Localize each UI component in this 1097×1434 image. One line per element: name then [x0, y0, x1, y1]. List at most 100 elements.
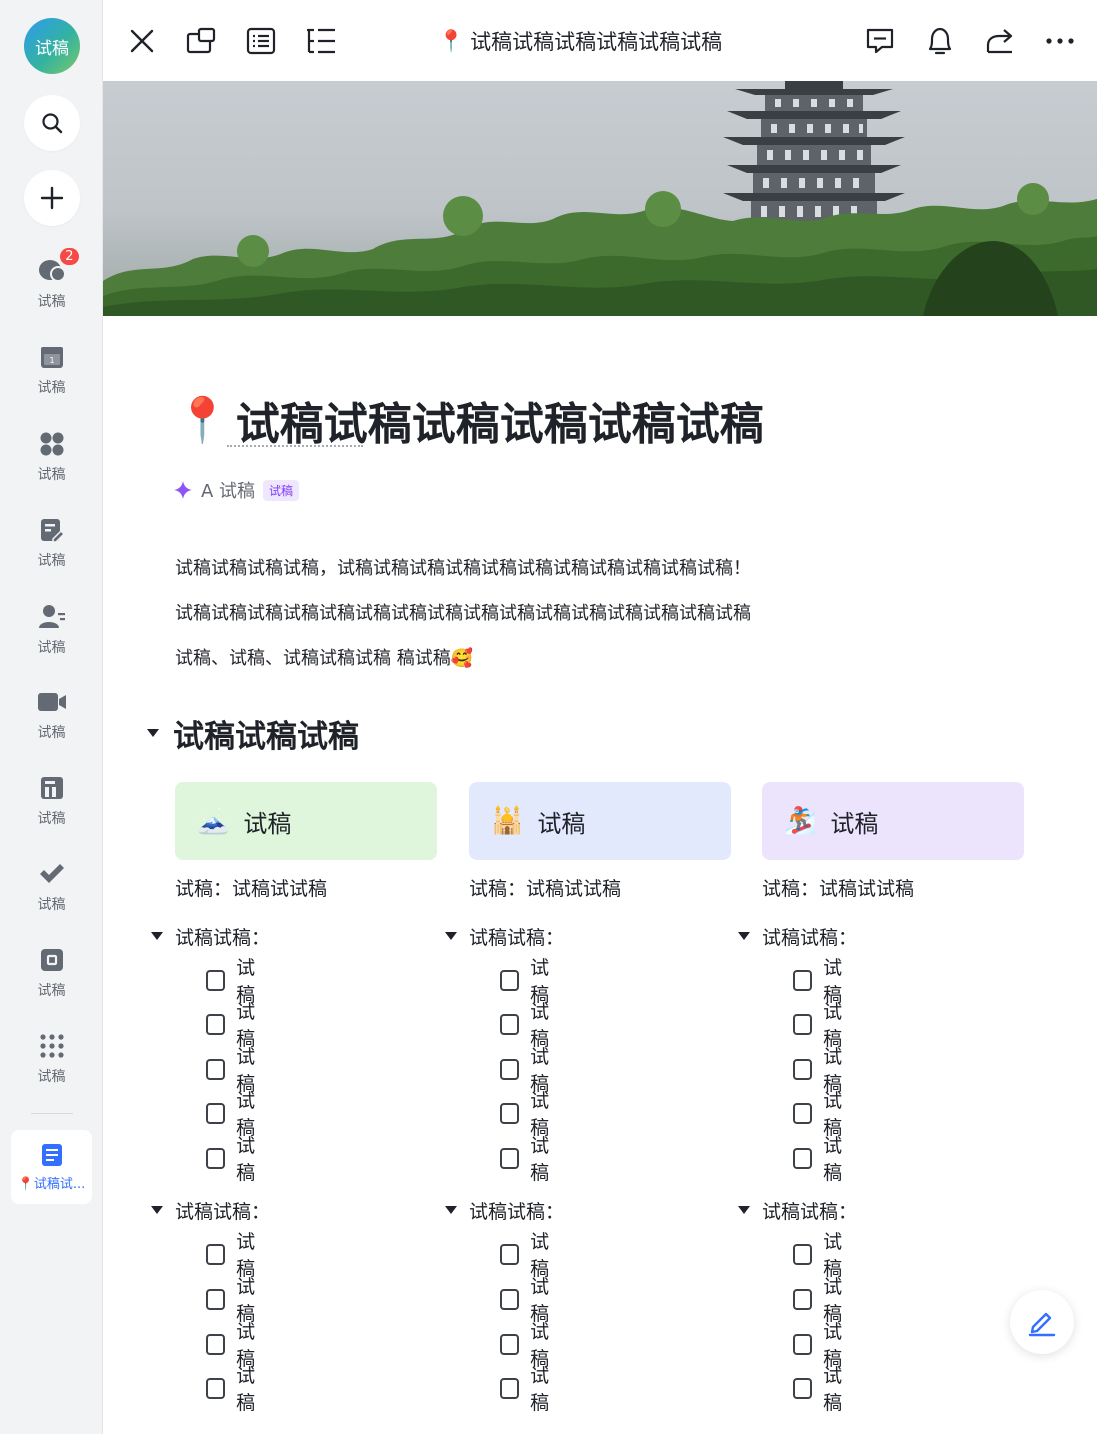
collapse-caret-icon[interactable]: [738, 932, 750, 940]
sidebar-item-calendar[interactable]: 1 试稿: [10, 334, 93, 404]
todo-group-header[interactable]: 试稿试稿：: [151, 921, 270, 951]
toolbar-doc-title[interactable]: 📍 试稿试稿试稿试稿试稿试稿: [438, 26, 768, 56]
todo-item[interactable]: 试稿: [500, 1321, 564, 1370]
todo-item[interactable]: 试稿: [793, 1001, 857, 1050]
todo-item[interactable]: 试稿: [206, 1276, 270, 1325]
checkbox[interactable]: [793, 1377, 813, 1399]
todo-item[interactable]: 试稿: [206, 1046, 270, 1095]
checkbox[interactable]: [500, 1013, 520, 1035]
avatar[interactable]: 试稿: [24, 18, 80, 74]
ai-assistant-row[interactable]: A 试稿 试稿: [173, 476, 300, 504]
more-options-button[interactable]: [1041, 22, 1079, 60]
collapse-caret-icon[interactable]: [445, 1206, 457, 1214]
sidebar-item-active-doc[interactable]: 📍试稿试...: [11, 1130, 92, 1204]
checkbox[interactable]: [206, 1058, 226, 1080]
key-value-line[interactable]: 试稿：试稿试试稿: [469, 874, 621, 901]
collapse-caret-icon[interactable]: [738, 1206, 750, 1214]
section-heading[interactable]: 试稿试稿试稿: [147, 711, 359, 755]
todo-item[interactable]: 试稿: [206, 957, 270, 1006]
search-button[interactable]: [24, 95, 80, 151]
sidebar-item-approval[interactable]: 试稿: [10, 851, 93, 921]
checkbox[interactable]: [206, 1377, 226, 1399]
checkbox[interactable]: [500, 1377, 520, 1399]
key-value-line[interactable]: 试稿：试稿试试稿: [762, 874, 914, 901]
todo-item[interactable]: 试稿: [500, 1231, 564, 1280]
todo-item[interactable]: 试稿: [793, 1046, 857, 1095]
todo-item[interactable]: 试稿: [793, 1231, 857, 1280]
checkbox[interactable]: [206, 1333, 226, 1355]
todo-item[interactable]: 试稿: [500, 957, 564, 1006]
checkbox[interactable]: [793, 1243, 813, 1265]
todo-item[interactable]: 试稿: [500, 1365, 564, 1414]
edit-fab-button[interactable]: [1010, 1290, 1074, 1354]
checkbox[interactable]: [793, 1058, 813, 1080]
todo-item[interactable]: 试稿: [793, 1365, 857, 1414]
checkbox[interactable]: [793, 1013, 813, 1035]
checkbox[interactable]: [206, 969, 226, 991]
checkbox[interactable]: [500, 1288, 520, 1310]
share-button[interactable]: [981, 22, 1019, 60]
todo-item[interactable]: 试稿: [500, 1046, 564, 1095]
todo-item[interactable]: 试稿: [206, 1001, 270, 1050]
sidebar-item-workspace[interactable]: 试稿: [10, 421, 93, 491]
outline-button[interactable]: [242, 22, 280, 60]
todo-item[interactable]: 试稿: [500, 1001, 564, 1050]
todo-item[interactable]: 试稿: [793, 957, 857, 1006]
collapse-caret-icon[interactable]: [147, 729, 159, 737]
callout-card[interactable]: 🕌 试稿: [469, 782, 731, 860]
sidebar-item-app-center[interactable]: 试稿: [10, 937, 93, 1007]
todo-item[interactable]: 试稿: [500, 1135, 564, 1184]
collapse-caret-icon[interactable]: [151, 932, 163, 940]
todo-item[interactable]: 试稿: [500, 1090, 564, 1139]
sidebar-item-docs[interactable]: 试稿: [10, 507, 93, 577]
checkbox[interactable]: [793, 969, 813, 991]
checkbox[interactable]: [793, 1333, 813, 1355]
checkbox[interactable]: [500, 1102, 520, 1124]
new-window-button[interactable]: [182, 22, 220, 60]
checkbox[interactable]: [206, 1102, 226, 1124]
todo-item[interactable]: 试稿: [793, 1321, 857, 1370]
sidebar-item-contacts[interactable]: 试稿: [10, 594, 93, 664]
checkbox[interactable]: [206, 1243, 226, 1265]
todo-item[interactable]: 试稿: [206, 1231, 270, 1280]
sidebar-item-more-apps[interactable]: 试稿: [10, 1023, 93, 1093]
paragraph[interactable]: 试稿、试稿、试稿试稿试稿 稿试稿🥰: [175, 644, 473, 670]
sidebar-item-messenger[interactable]: 2 试稿: [10, 245, 93, 318]
todo-item[interactable]: 试稿: [206, 1365, 270, 1414]
checkbox[interactable]: [500, 1243, 520, 1265]
checkbox[interactable]: [206, 1013, 226, 1035]
checkbox[interactable]: [793, 1288, 813, 1310]
todo-item[interactable]: 试稿: [206, 1135, 270, 1184]
todo-group-header[interactable]: 试稿试稿：: [445, 1195, 564, 1225]
todo-item[interactable]: 试稿: [206, 1321, 270, 1370]
todo-group-header[interactable]: 试稿试稿：: [738, 921, 857, 951]
close-button[interactable]: [123, 22, 161, 60]
todo-item[interactable]: 试稿: [793, 1135, 857, 1184]
comments-button[interactable]: [861, 22, 899, 60]
todo-group-header[interactable]: 试稿试稿：: [151, 1195, 270, 1225]
create-button[interactable]: [24, 170, 80, 226]
sidebar-item-wiki[interactable]: 试稿: [10, 765, 93, 835]
checkbox[interactable]: [206, 1147, 226, 1169]
todo-group-header[interactable]: 试稿试稿：: [738, 1195, 857, 1225]
collapse-caret-icon[interactable]: [445, 932, 457, 940]
checkbox[interactable]: [793, 1147, 813, 1169]
todo-item[interactable]: 试稿: [793, 1090, 857, 1139]
todo-group-header[interactable]: 试稿试稿：: [445, 921, 564, 951]
checkbox[interactable]: [500, 1333, 520, 1355]
todo-item[interactable]: 试稿: [206, 1090, 270, 1139]
todo-item[interactable]: 试稿: [793, 1276, 857, 1325]
checkbox[interactable]: [500, 1058, 520, 1080]
sidebar-item-meeting[interactable]: 试稿: [10, 679, 93, 749]
collapse-caret-icon[interactable]: [151, 1206, 163, 1214]
notifications-button[interactable]: [921, 22, 959, 60]
checkbox[interactable]: [500, 1147, 520, 1169]
paragraph[interactable]: 试稿试稿试稿试稿试稿试稿试稿试稿试稿试稿试稿试稿试稿试稿试稿试稿: [175, 599, 751, 625]
key-value-line[interactable]: 试稿：试稿试试稿: [175, 874, 327, 901]
page-title[interactable]: 📍 试稿试稿试稿试稿试稿试稿: [175, 392, 764, 450]
paragraph[interactable]: 试稿试稿试稿试稿，试稿试稿试稿试稿试稿试稿试稿试稿试稿试稿试稿！: [175, 554, 751, 580]
checkbox[interactable]: [793, 1102, 813, 1124]
checkbox[interactable]: [500, 969, 520, 991]
todo-item[interactable]: 试稿: [500, 1276, 564, 1325]
checkbox[interactable]: [206, 1288, 226, 1310]
